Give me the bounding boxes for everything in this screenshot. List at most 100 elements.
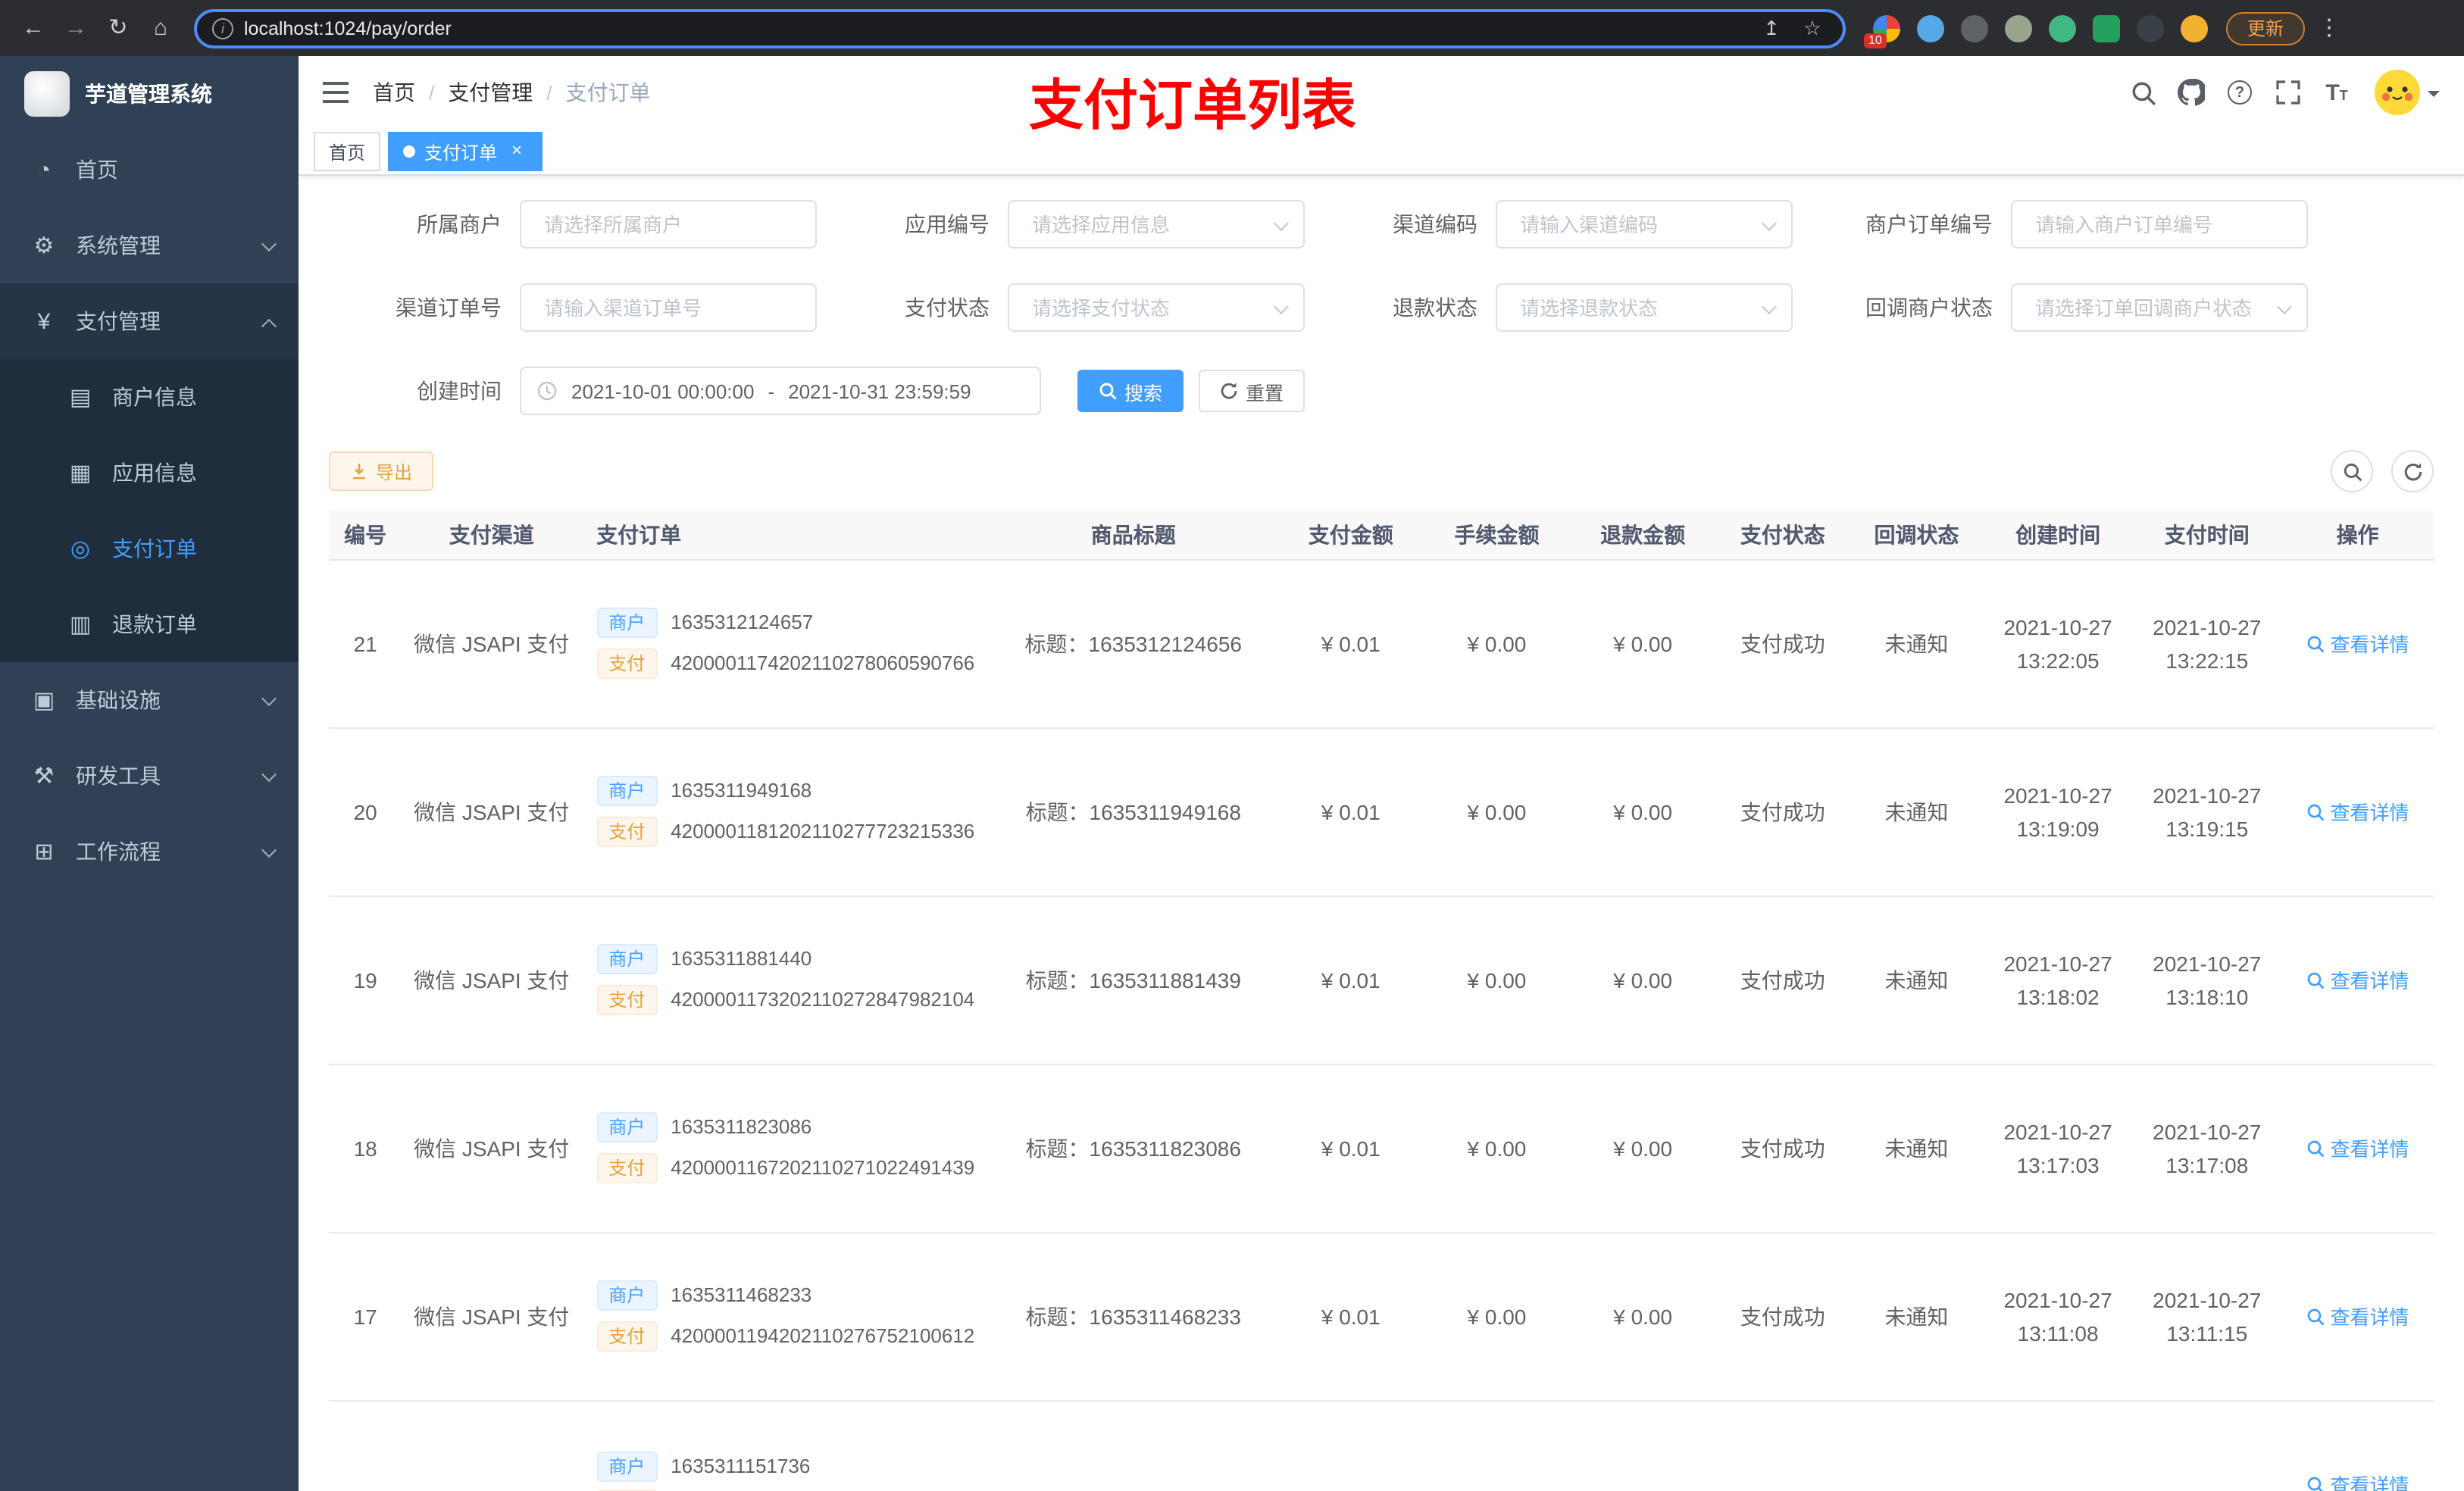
chevron-down-icon <box>261 842 277 858</box>
extension-green-square-icon[interactable] <box>2093 14 2120 42</box>
sidebar-item-refund-order[interactable]: ▥ 退款订单 <box>0 586 299 662</box>
breadcrumb-pay-manage[interactable]: 支付管理 <box>448 77 533 108</box>
cell-pay-time <box>2132 1400 2282 1491</box>
site-info-icon[interactable]: i <box>212 17 233 39</box>
export-button[interactable]: 导出 <box>329 452 434 491</box>
extension-emoji-icon[interactable] <box>2181 14 2208 42</box>
cell-id: 21 <box>329 559 402 728</box>
extension-colorful-icon[interactable]: 10 <box>1864 14 1900 48</box>
tools-icon: ⚒ <box>33 764 55 789</box>
col-channel: 支付渠道 <box>402 511 582 560</box>
sidebar-item-infrastructure[interactable]: ▣ 基础设施 <box>0 662 299 738</box>
channel-order-no-input[interactable] <box>520 283 817 332</box>
extension-badge: 10 <box>1864 33 1887 48</box>
table-row: 17 微信 JSAPI 支付 商户 1635311468233 支付 42000… <box>329 1232 2434 1401</box>
table-row: 21 微信 JSAPI 支付 商户 1635312124657 支付 42000… <box>329 559 2434 728</box>
refund-status-select[interactable] <box>1496 283 1793 332</box>
app-select[interactable] <box>1008 200 1305 248</box>
cell-fee: ¥ 0.00 <box>1424 559 1570 728</box>
tab-label: 支付订单 <box>424 142 498 163</box>
cell-title <box>989 1400 1278 1491</box>
cell-notify-status: 未通知 <box>1850 896 1984 1064</box>
view-detail-label: 查看详情 <box>2330 633 2409 656</box>
sidebar-toggle-icon[interactable] <box>323 82 349 103</box>
reset-button[interactable]: 重置 <box>1199 370 1305 412</box>
extension-dark-icon[interactable] <box>2137 14 2164 42</box>
chevron-down-icon <box>261 236 277 252</box>
search-icon[interactable] <box>2120 56 2165 129</box>
browser-menu-kebab-icon[interactable]: ⋮ <box>2311 10 2347 46</box>
sidebar-item-dev-tools[interactable]: ⚒ 研发工具 <box>0 738 299 814</box>
url-text[interactable]: localhost:1024/pay/order <box>244 17 1746 39</box>
breadcrumb-home[interactable]: 首页 <box>373 77 415 108</box>
pay-tag: 支付 <box>596 649 658 679</box>
col-notify-status: 回调状态 <box>1850 511 1984 560</box>
toggle-search-button[interactable] <box>2331 450 2373 492</box>
sidebar-item-workflow[interactable]: ⊞ 工作流程 <box>0 814 299 889</box>
address-bar[interactable]: i localhost:1024/pay/order ↥ ☆ <box>194 8 1846 48</box>
pay-status-select[interactable] <box>1008 283 1305 332</box>
view-detail-link[interactable]: 查看详情 <box>2306 1302 2409 1330</box>
github-icon[interactable] <box>2169 56 2214 129</box>
sidebar-item-system[interactable]: ⚙ 系统管理 <box>0 208 299 283</box>
filter-channel-order-no: 渠道订单号 <box>329 283 817 332</box>
fullscreen-icon[interactable] <box>2265 56 2311 129</box>
yen-icon: ¥ <box>37 308 51 334</box>
search-icon <box>1099 383 1117 400</box>
bookmark-star-icon[interactable]: ☆ <box>1797 10 1828 46</box>
orders-table: 编号 支付渠道 支付订单 商品标题 支付金额 手续金额 退款金额 支付状态 回调… <box>329 511 2434 1491</box>
filter-label: 渠道编码 <box>1393 212 1477 236</box>
extension-blue-icon[interactable] <box>1917 14 1944 42</box>
card-icon: ▤ <box>69 385 92 411</box>
forward-icon[interactable]: → <box>58 10 94 46</box>
reload-icon[interactable]: ↻ <box>100 10 136 46</box>
help-icon[interactable]: ? <box>2217 56 2262 129</box>
cell-notify-status: 未通知 <box>1850 559 1984 728</box>
tab-home[interactable]: 首页 <box>314 132 381 171</box>
cell-notify-status: 未通知 <box>1850 727 1984 896</box>
browser-update-button[interactable]: 更新 <box>2226 11 2306 45</box>
view-detail-label: 查看详情 <box>2330 1138 2409 1161</box>
extension-vue-icon[interactable] <box>2049 14 2076 42</box>
search-button[interactable]: 搜索 <box>1077 370 1184 412</box>
share-icon[interactable]: ↥ <box>1756 10 1787 46</box>
cell-pay-status: 支付成功 <box>1715 1232 1850 1401</box>
table-toolbar: 导出 <box>329 450 2434 492</box>
sidebar-item-pay-order[interactable]: ◎ 支付订单 <box>0 511 299 586</box>
cell-create-time: 2021-10-27 13:18:02 <box>1983 896 2133 1064</box>
notify-status-select[interactable] <box>2011 283 2308 332</box>
cell-pay-time: 2021-10-27 13:11:15 <box>2132 1232 2282 1401</box>
home-icon[interactable]: ⌂ <box>142 10 179 46</box>
merchant-order-no-input[interactable] <box>2011 200 2308 248</box>
sidebar-item-home[interactable]: ◔ 首页 <box>0 132 299 208</box>
merchant-order-no: 1635311823086 <box>671 1115 812 1138</box>
navbar-actions: ? TT <box>2120 56 2440 129</box>
refresh-table-button[interactable] <box>2391 450 2434 492</box>
font-size-icon[interactable]: TT <box>2314 56 2359 129</box>
merchant-select[interactable] <box>520 200 817 248</box>
view-detail-link[interactable]: 查看详情 <box>2306 797 2409 826</box>
close-tab-icon[interactable]: × <box>506 140 527 162</box>
view-detail-link[interactable]: 查看详情 <box>2306 1470 2409 1491</box>
sidebar-item-merchant-info[interactable]: ▤ 商户信息 <box>0 359 299 435</box>
extensions-area: 10 <box>1864 14 2208 48</box>
cell-title: 标题：1635312124656 <box>989 559 1278 728</box>
view-detail-link[interactable]: 查看详情 <box>2306 1133 2409 1162</box>
tab-pay-order[interactable]: 支付订单 × <box>388 132 543 171</box>
sidebar-item-app-info[interactable]: ▦ 应用信息 <box>0 435 299 511</box>
user-avatar[interactable] <box>2375 70 2440 115</box>
filter-label: 创建时间 <box>417 379 502 403</box>
extension-gray-icon[interactable] <box>1961 14 1988 42</box>
cell-create-time: 2021-10-27 13:11:08 <box>1983 1232 2133 1401</box>
sidebar-item-payment[interactable]: ¥ 支付管理 <box>0 283 299 359</box>
back-icon[interactable]: ← <box>15 10 52 46</box>
date-range-picker[interactable]: 2021-10-01 00:00:00 - 2021-10-31 23:59:5… <box>520 367 1041 415</box>
extension-sage-icon[interactable] <box>2005 14 2032 42</box>
filter-merchant-order-no: 商户订单编号 <box>1793 200 2308 248</box>
app-logo[interactable]: 芋道管理系统 <box>0 56 299 132</box>
channel-code-select[interactable] <box>1496 200 1793 248</box>
view-detail-link[interactable]: 查看详情 <box>2306 965 2409 994</box>
sidebar-item-label: 支付管理 <box>76 309 161 333</box>
view-detail-link[interactable]: 查看详情 <box>2306 629 2409 658</box>
cell-notify-status <box>1850 1400 1984 1491</box>
